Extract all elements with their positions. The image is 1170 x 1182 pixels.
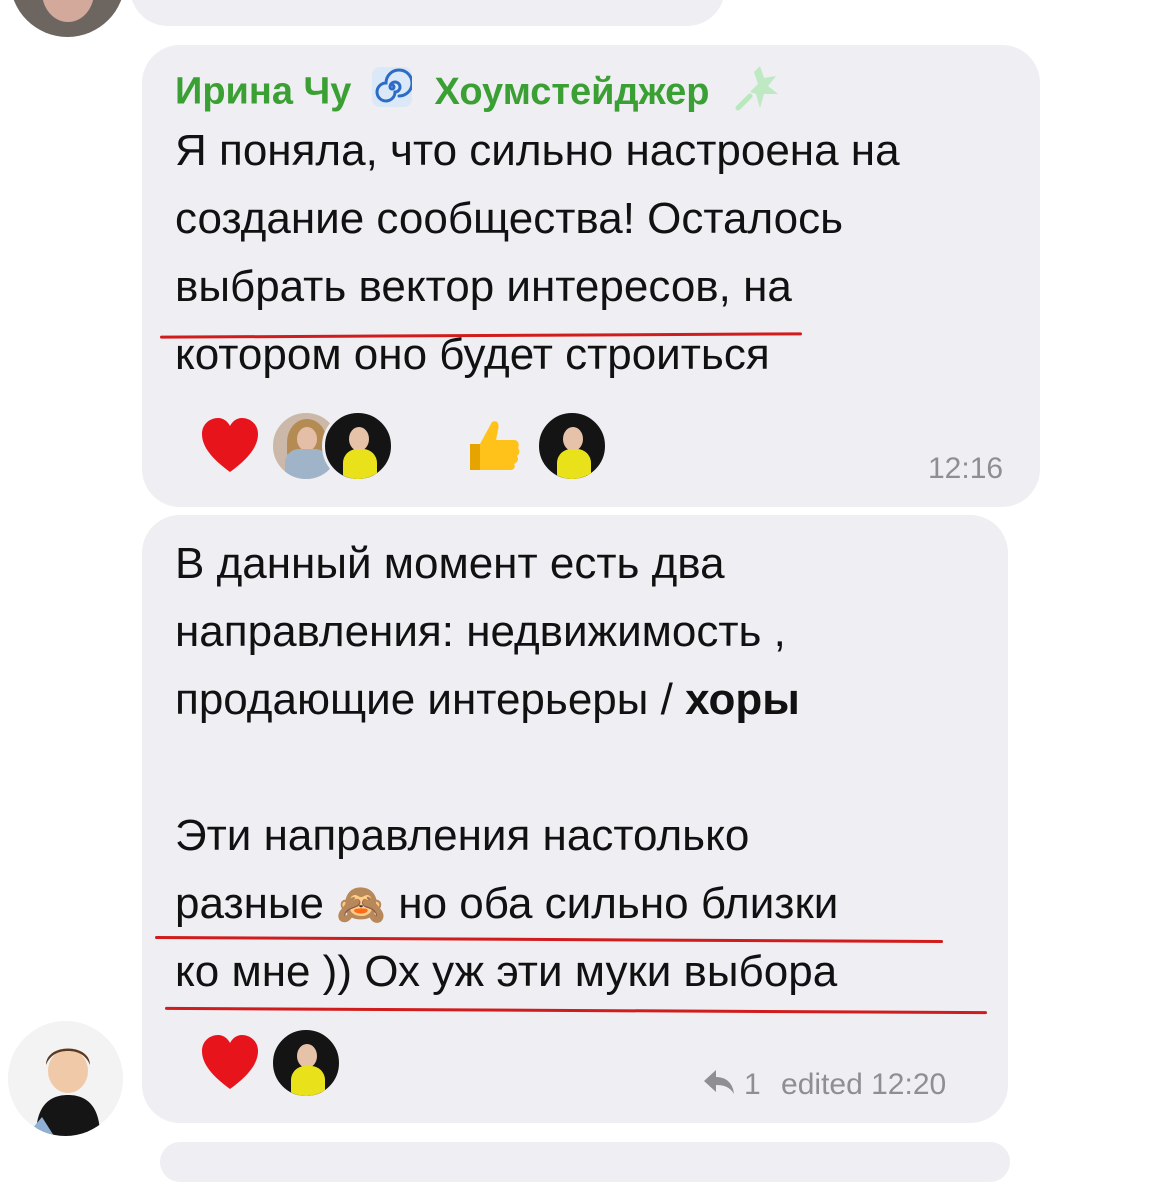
message-line-part: продающие интерьеры /	[175, 675, 686, 724]
thumbs-up-icon	[462, 414, 526, 478]
empty-line	[175, 734, 838, 802]
heart-icon	[198, 414, 262, 478]
sender-role-title: Хоумстейджер	[434, 70, 710, 113]
message-time: 12:20	[871, 1068, 947, 1101]
message-line: В данный момент есть два	[175, 539, 725, 588]
reply-count[interactable]: 1	[744, 1068, 761, 1101]
message-line: ко мне )) Ох уж эти муки выбора	[175, 947, 838, 996]
message-line: разные 🙈 но оба сильно близки	[175, 870, 838, 938]
spiral-icon	[371, 67, 414, 120]
sender-name[interactable]: Ирина Чу	[175, 71, 351, 113]
message-text-2: В данный момент есть два направления: не…	[175, 530, 838, 1006]
reply-arrow-icon[interactable]	[702, 1068, 736, 1104]
avatar-illustration	[8, 1021, 123, 1136]
sparkle-emoji-icon	[728, 62, 784, 125]
message-time: 12:16	[928, 452, 1004, 485]
message-line: создание сообщества! Осталось	[175, 194, 844, 243]
avatar-face	[42, 0, 94, 22]
message-line: продающие интерьеры / хоры	[175, 666, 838, 734]
next-message-bubble[interactable]	[160, 1142, 1010, 1182]
bold-word: хоры	[685, 675, 800, 724]
sender-avatar-bottom[interactable]	[8, 1021, 123, 1136]
reactor-avatar	[322, 410, 394, 482]
reactor-avatar	[536, 410, 608, 482]
sender-line: Ирина Чу Хоумстейджер	[175, 62, 784, 113]
message-line: Я поняла, что сильно настроена на	[175, 126, 900, 175]
message-text-1: Я поняла, что сильно настроена на создан…	[175, 117, 900, 389]
sender-avatar-top[interactable]	[10, 0, 125, 37]
message-line-part: разные	[175, 879, 325, 928]
message-line: котором оно будет строиться	[175, 330, 770, 379]
reaction-heart[interactable]	[198, 408, 394, 484]
message-line: выбрать вектор интересов, на	[175, 262, 792, 311]
previous-message-bubble[interactable]	[130, 0, 725, 26]
reactor-avatar	[270, 1027, 342, 1099]
heart-icon	[198, 1031, 262, 1095]
message-line: Эти направления настолько	[175, 811, 750, 860]
reaction-thumbs-up[interactable]	[462, 408, 608, 484]
message-meta: 1 edited 12:20	[702, 1068, 946, 1104]
edited-label: edited	[781, 1068, 863, 1101]
monkey-emoji-icon: 🙈	[336, 883, 387, 927]
message-line: направления: недвижимость ,	[175, 607, 786, 656]
message-line-part: но оба сильно близки	[398, 879, 839, 928]
reaction-heart[interactable]	[198, 1025, 342, 1101]
